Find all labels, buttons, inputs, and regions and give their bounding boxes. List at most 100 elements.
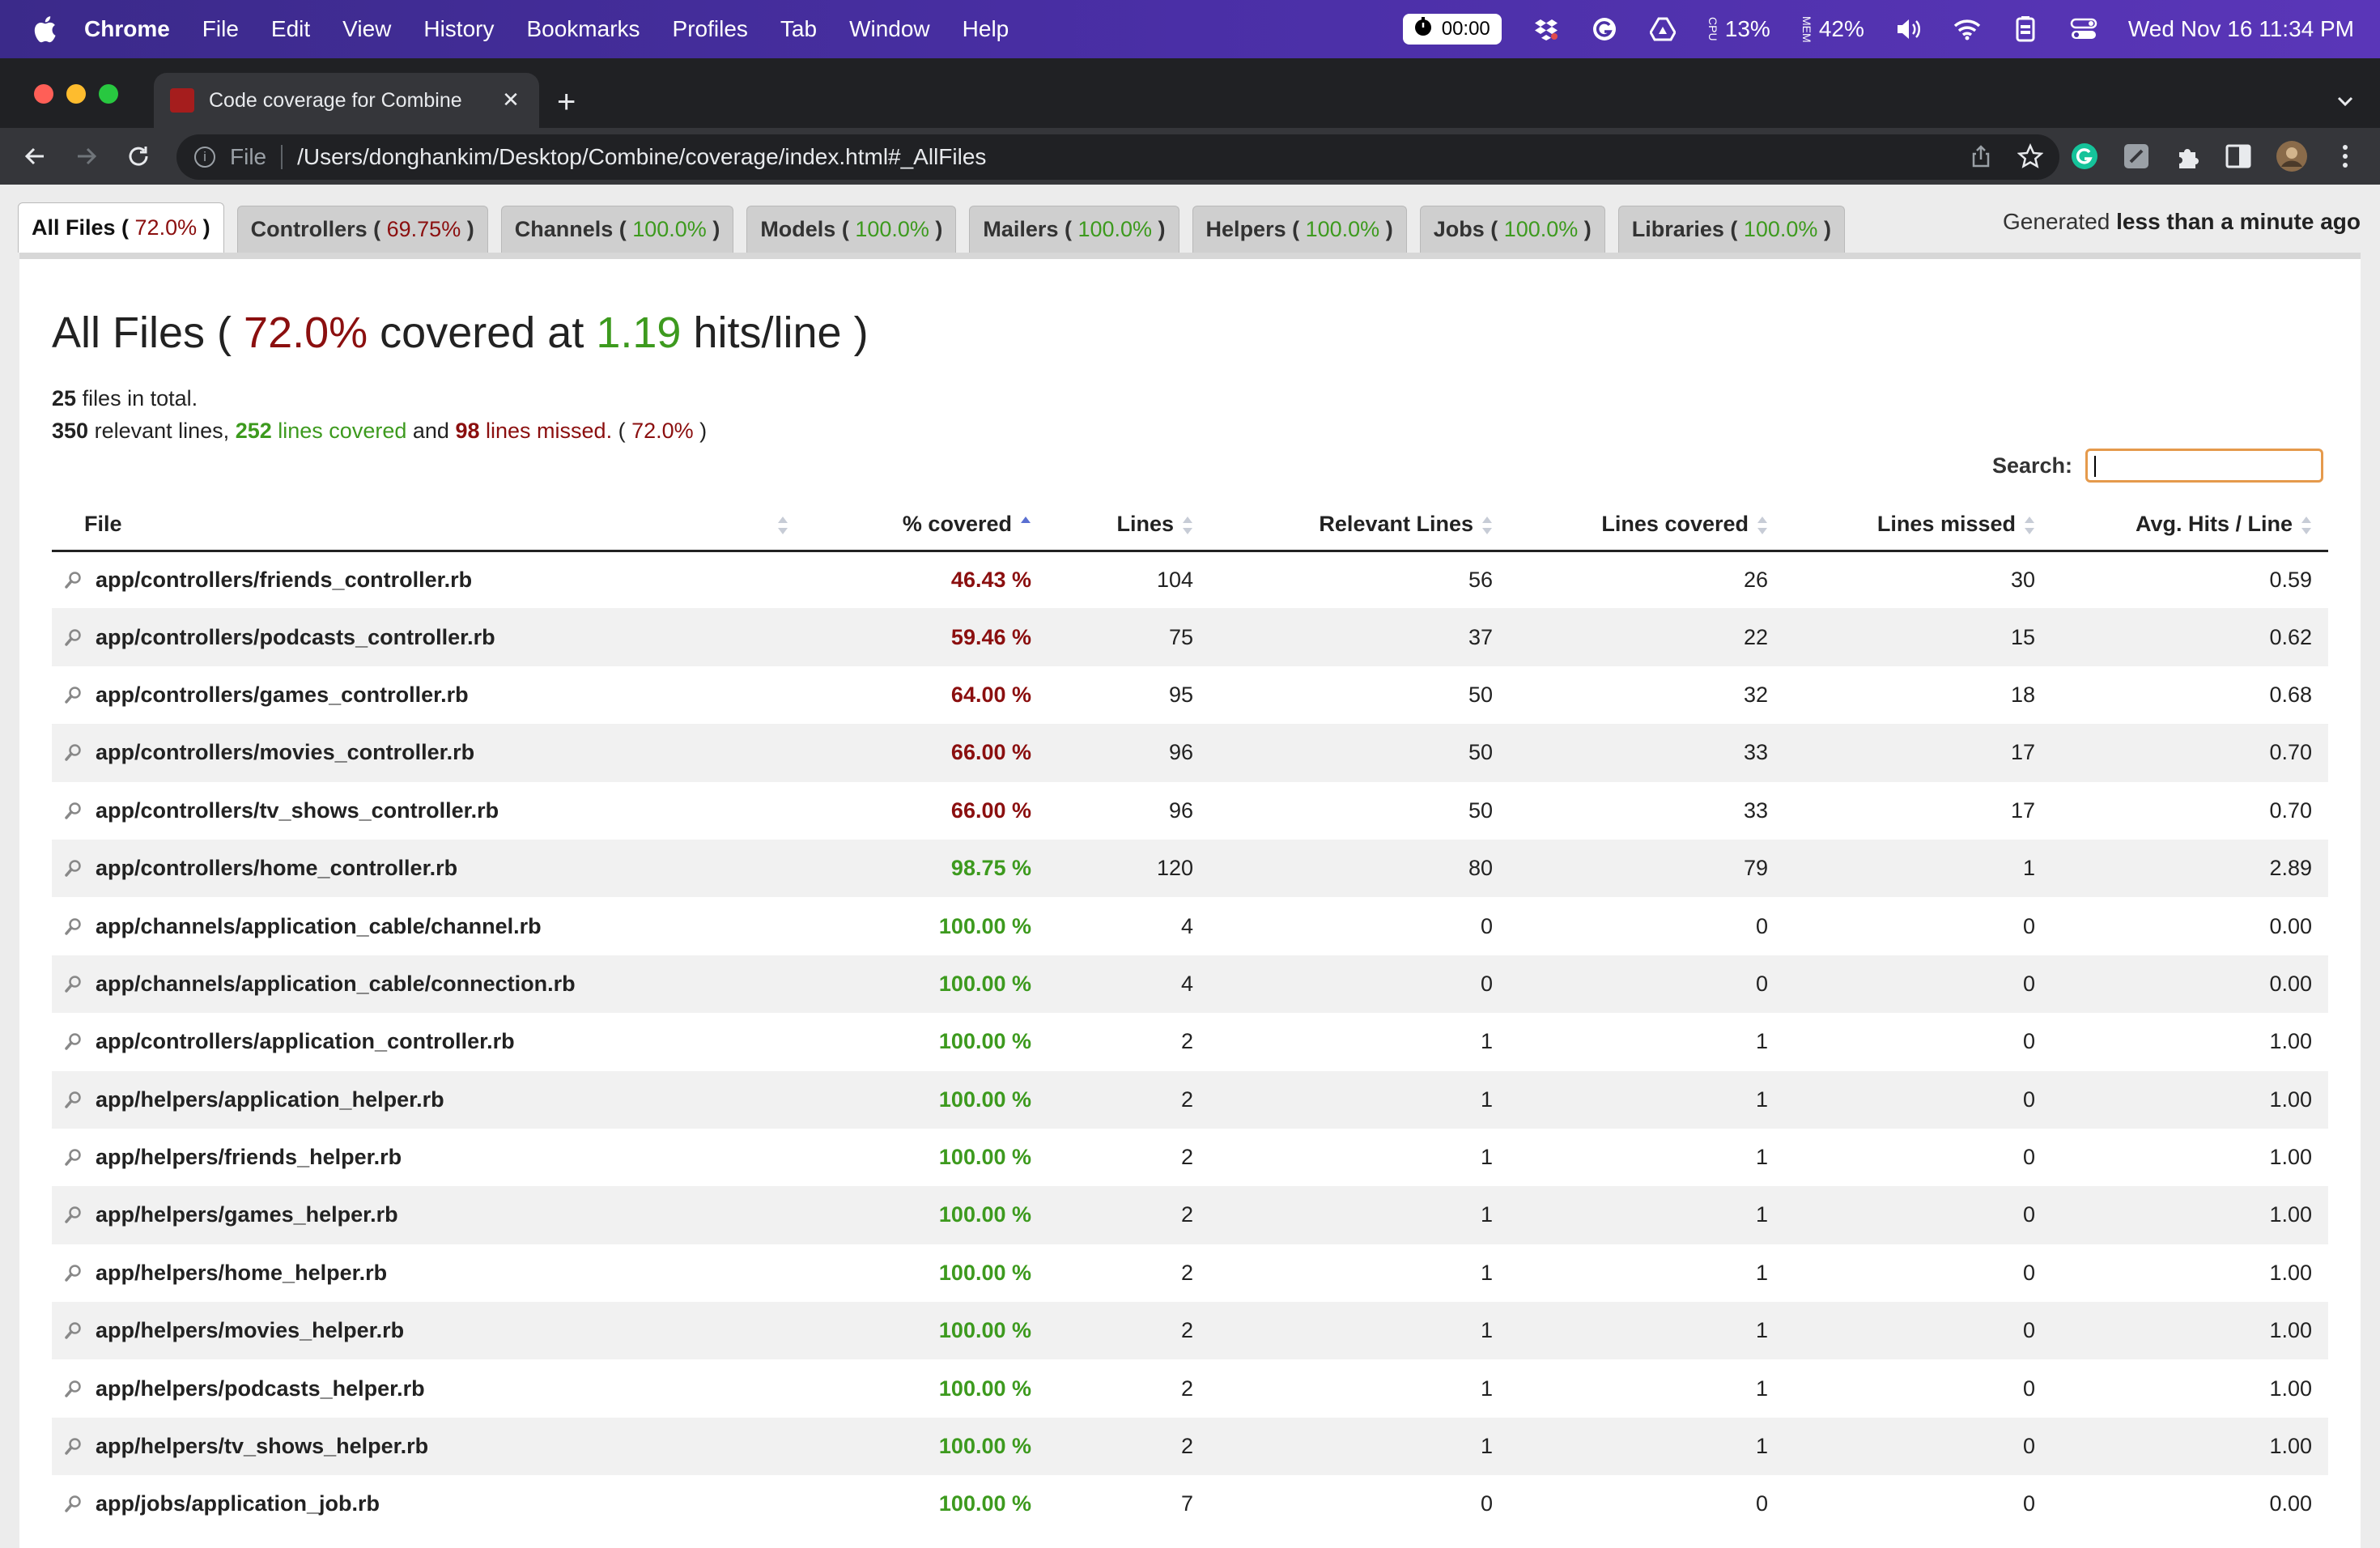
grammarly-icon[interactable] — [1591, 15, 1618, 43]
file-link[interactable]: app/controllers/movies_controller.rb — [96, 740, 474, 764]
menu-app-name[interactable]: Chrome — [84, 16, 170, 42]
tab-models[interactable]: Models ( 100.0% ) — [746, 206, 957, 253]
file-link[interactable]: app/channels/application_cable/channel.r… — [96, 914, 542, 938]
menu-bookmarks[interactable]: Bookmarks — [526, 16, 640, 42]
file-cell[interactable]: app/helpers/application_helper.rb — [52, 1070, 805, 1129]
profile-avatar[interactable] — [2276, 141, 2307, 172]
reload-icon[interactable] — [125, 142, 152, 170]
menu-edit[interactable]: Edit — [271, 16, 310, 42]
file-cell[interactable]: app/controllers/movies_controller.rb — [52, 724, 805, 782]
magnifier-icon[interactable] — [65, 1493, 83, 1513]
dropbox-icon[interactable] — [1532, 15, 1560, 43]
file-link[interactable]: app/helpers/games_helper.rb — [96, 1202, 398, 1227]
tab-libraries[interactable]: Libraries ( 100.0% ) — [1617, 206, 1845, 253]
tab-jobs[interactable]: Jobs ( 100.0% ) — [1419, 206, 1605, 253]
file-link[interactable]: app/channels/application_cable/connectio… — [96, 972, 576, 996]
file-link[interactable]: app/controllers/tv_shows_controller.rb — [96, 798, 499, 823]
info-icon[interactable]: i — [194, 147, 215, 168]
new-tab-button[interactable]: + — [557, 86, 576, 118]
file-cell[interactable]: app/controllers/friends_controller.rb — [52, 551, 805, 608]
browser-tab-active[interactable]: Code coverage for Combine ✕ — [154, 73, 539, 128]
battery-menu-icon[interactable] — [2012, 15, 2039, 43]
bookmark-star-icon[interactable] — [2017, 142, 2044, 169]
file-cell[interactable]: app/helpers/movies_helper.rb — [52, 1302, 805, 1360]
magnifier-icon[interactable] — [65, 742, 83, 762]
magnifier-icon[interactable] — [65, 1378, 83, 1397]
magnifier-icon[interactable] — [65, 1031, 83, 1051]
magnifier-icon[interactable] — [65, 857, 83, 877]
volume-icon[interactable] — [1895, 15, 1923, 43]
file-cell[interactable]: app/controllers/games_controller.rb — [52, 666, 805, 724]
file-cell[interactable]: app/helpers/games_helper.rb — [52, 1186, 805, 1244]
menu-clock[interactable]: Wed Nov 16 11:34 PM — [2128, 16, 2354, 42]
file-link[interactable]: app/helpers/home_helper.rb — [96, 1261, 387, 1285]
menu-window[interactable]: Window — [849, 16, 930, 42]
forward-arrow-icon[interactable] — [73, 142, 100, 170]
back-arrow-icon[interactable] — [21, 142, 49, 170]
file-cell[interactable]: app/controllers/home_controller.rb — [52, 839, 805, 898]
magnifier-icon[interactable] — [65, 1146, 83, 1166]
file-link[interactable]: app/helpers/tv_shows_helper.rb — [96, 1434, 428, 1458]
file-cell[interactable]: app/controllers/podcasts_controller.rb — [52, 608, 805, 666]
file-link[interactable]: app/controllers/application_controller.r… — [96, 1029, 515, 1053]
close-tab-icon[interactable]: ✕ — [500, 89, 521, 110]
col-header-avg-hits[interactable]: Avg. Hits / Line — [2051, 499, 2328, 552]
magnifier-icon[interactable] — [65, 627, 83, 646]
cpu-usage[interactable]: CPU 13% — [1706, 16, 1770, 42]
tab-all-files[interactable]: All Files ( 72.0% ) — [18, 202, 224, 253]
file-cell[interactable]: app/channels/application_cable/connectio… — [52, 955, 805, 1014]
close-window-button[interactable] — [34, 84, 53, 104]
tab-channels[interactable]: Channels ( 100.0% ) — [500, 206, 734, 253]
file-cell[interactable]: app/helpers/friends_helper.rb — [52, 1129, 805, 1186]
col-header-lines[interactable]: Lines — [1048, 499, 1209, 552]
address-bar[interactable]: i File /Users/donghankim/Desktop/Combine… — [176, 134, 2059, 180]
file-link[interactable]: app/controllers/home_controller.rb — [96, 856, 457, 880]
col-header-lines-missed[interactable]: Lines missed — [1784, 499, 2051, 552]
magnifier-icon[interactable] — [65, 1204, 83, 1224]
extension-icon[interactable] — [2121, 141, 2152, 172]
file-cell[interactable]: app/controllers/application_controller.r… — [52, 1013, 805, 1070]
menu-history[interactable]: History — [423, 16, 494, 42]
apple-icon[interactable] — [32, 15, 57, 43]
col-header-covered[interactable]: % covered — [805, 499, 1048, 552]
menu-profiles[interactable]: Profiles — [673, 16, 748, 42]
file-cell[interactable]: app/helpers/home_helper.rb — [52, 1244, 805, 1302]
file-link[interactable]: app/helpers/movies_helper.rb — [96, 1318, 404, 1342]
file-link[interactable]: app/controllers/podcasts_controller.rb — [96, 625, 495, 649]
magnifier-icon[interactable] — [65, 684, 83, 704]
menu-help[interactable]: Help — [963, 16, 1009, 42]
col-header-lines-covered[interactable]: Lines covered — [1509, 499, 1784, 552]
file-cell[interactable]: app/controllers/tv_shows_controller.rb — [52, 782, 805, 840]
menu-view[interactable]: View — [342, 16, 391, 42]
magnifier-icon[interactable] — [65, 569, 83, 589]
file-cell[interactable]: app/channels/application_cable/channel.r… — [52, 897, 805, 955]
file-cell[interactable]: app/helpers/tv_shows_helper.rb — [52, 1417, 805, 1476]
search-input[interactable] — [2085, 449, 2323, 483]
magnifier-icon[interactable] — [65, 1089, 83, 1108]
magnifier-icon[interactable] — [65, 1320, 83, 1340]
tab-controllers[interactable]: Controllers ( 69.75% ) — [236, 206, 488, 253]
file-link[interactable]: app/helpers/friends_helper.rb — [96, 1145, 402, 1169]
col-header-file[interactable]: File — [52, 499, 805, 552]
file-link[interactable]: app/helpers/application_helper.rb — [96, 1087, 444, 1112]
url-text[interactable]: /Users/donghankim/Desktop/Combine/covera… — [297, 144, 986, 170]
minimize-window-button[interactable] — [66, 84, 86, 104]
tab-helpers[interactable]: Helpers ( 100.0% ) — [1192, 206, 1407, 253]
file-link[interactable]: app/helpers/podcasts_helper.rb — [96, 1376, 425, 1401]
file-link[interactable]: app/jobs/application_job.rb — [96, 1491, 380, 1516]
magnifier-icon[interactable] — [65, 1262, 83, 1282]
memory-usage[interactable]: MEM 42% — [1800, 16, 1864, 43]
file-link[interactable]: app/controllers/friends_controller.rb — [96, 568, 472, 592]
magnifier-icon[interactable] — [65, 916, 83, 935]
menu-file[interactable]: File — [202, 16, 239, 42]
file-cell[interactable]: app/helpers/podcasts_helper.rb — [52, 1359, 805, 1417]
control-center-icon[interactable] — [2070, 15, 2097, 43]
magnifier-icon[interactable] — [65, 800, 83, 819]
grammarly-extension-icon[interactable] — [2069, 141, 2100, 172]
timer-widget[interactable]: 00:00 — [1402, 14, 1502, 45]
zoom-window-button[interactable] — [99, 84, 118, 104]
share-icon[interactable] — [1969, 144, 1993, 168]
more-menu-icon[interactable] — [2330, 141, 2361, 172]
col-header-relevant-lines[interactable]: Relevant Lines — [1209, 499, 1509, 552]
puzzle-extensions-icon[interactable] — [2173, 141, 2204, 172]
